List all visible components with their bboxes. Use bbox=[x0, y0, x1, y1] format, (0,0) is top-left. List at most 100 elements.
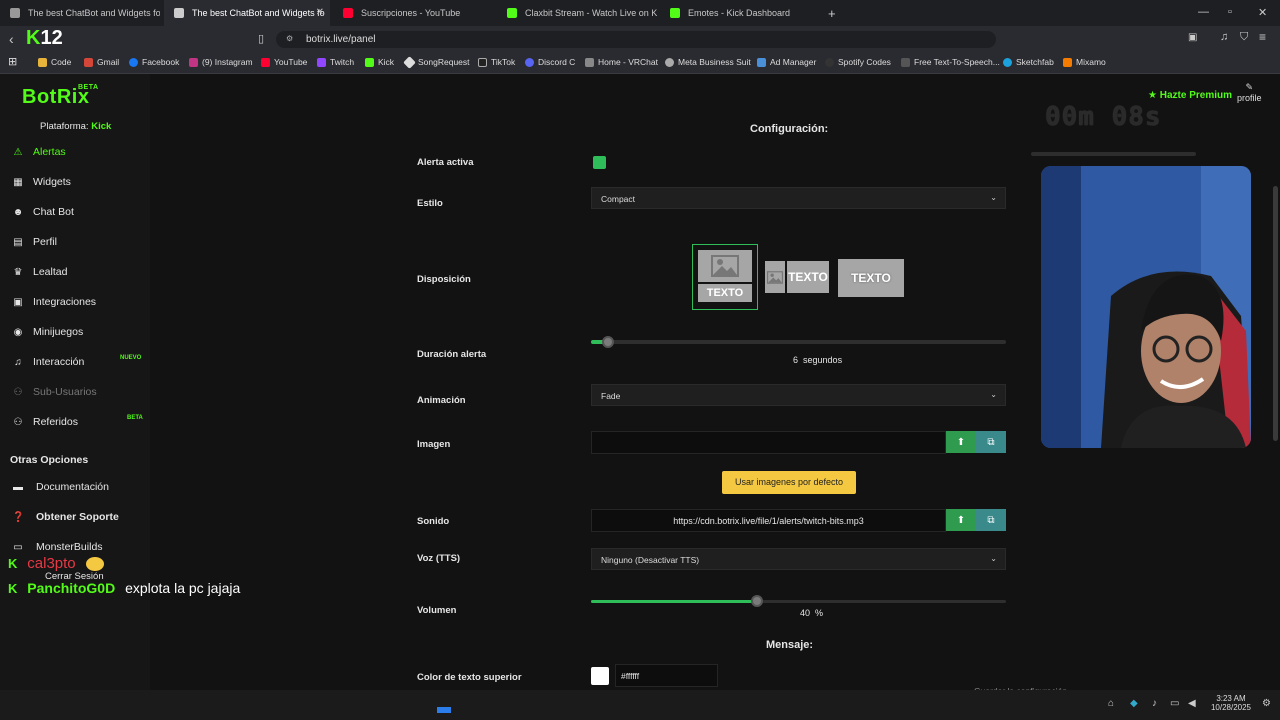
imagen-gallery-button[interactable]: ⧉ bbox=[976, 431, 1006, 453]
sidebar-item-widgets[interactable]: ▦ Widgets bbox=[12, 176, 71, 188]
config-heading: Configuración: bbox=[750, 123, 829, 135]
profile-link[interactable]: ✎ profile bbox=[1237, 82, 1262, 103]
sidebar-item-documentacion[interactable]: ▬ Documentación bbox=[12, 481, 109, 493]
users-icon: ⚇ bbox=[13, 416, 23, 428]
sidebar-item-lealtad[interactable]: ♛ Lealtad bbox=[12, 266, 68, 278]
browser-tab[interactable]: Emotes - Kick Dashboard bbox=[660, 0, 820, 26]
sidebar-item-sub-usuarios[interactable]: ⚇ Sub-Usuarios bbox=[12, 386, 97, 398]
alerta-activa-checkbox[interactable] bbox=[593, 156, 606, 169]
sonido-input[interactable]: https://cdn.botrix.live/file/1/alerts/tw… bbox=[591, 509, 946, 532]
alerta-activa-label: Alerta activa bbox=[417, 157, 474, 168]
back-icon[interactable]: ‹ bbox=[9, 31, 14, 47]
tab-title: Claxbit Stream - Watch Live on K bbox=[525, 8, 657, 18]
imagen-input[interactable] bbox=[591, 431, 946, 454]
network-icon[interactable]: ▭ bbox=[1170, 698, 1179, 709]
estilo-select[interactable]: Compact ⌄ bbox=[591, 187, 1006, 209]
bookmark-item[interactable]: Code bbox=[38, 57, 71, 67]
voz-select[interactable]: Ninguno (Desactivar TTS) ⌄ bbox=[591, 548, 1006, 570]
bookmark-icon[interactable]: ▯ bbox=[258, 32, 264, 45]
media-icon[interactable]: ♫ bbox=[1220, 31, 1228, 43]
browser-tab[interactable]: Suscripciones - YouTube bbox=[333, 0, 493, 26]
sidebar-item-alertas[interactable]: ⚠ Alertas bbox=[12, 146, 66, 158]
vpn-shield-icon[interactable]: ⛉ bbox=[1240, 31, 1248, 44]
bookmark-item[interactable]: Gmail bbox=[84, 57, 119, 67]
bookmark-item[interactable]: Free Text-To-Speech... bbox=[901, 57, 1000, 67]
brand-badge: BETA bbox=[78, 84, 99, 91]
bookmark-item[interactable]: (9) Instagram bbox=[189, 57, 253, 67]
clock-time: 3:23 AM bbox=[1216, 694, 1246, 703]
default-images-button[interactable]: Usar imagenes por defecto bbox=[722, 471, 856, 494]
chat-text: explota la pc jajaja bbox=[125, 580, 241, 596]
users-icon: ⚇ bbox=[13, 386, 23, 398]
clock[interactable]: 3:23 AM 10/28/2025 bbox=[1205, 694, 1257, 712]
chevron-down-icon: ⌄ bbox=[990, 554, 997, 563]
bookmark-item[interactable]: Meta Business Suit bbox=[665, 57, 751, 67]
minimize-icon[interactable]: — bbox=[1198, 6, 1209, 18]
bookmark-item[interactable]: Discord C bbox=[525, 57, 575, 67]
new-tab-icon[interactable]: + bbox=[828, 6, 836, 21]
imagen-upload-button[interactable]: ⬆ bbox=[946, 431, 976, 453]
sidebar-item-perfil[interactable]: ▤ Perfil bbox=[12, 236, 57, 248]
close-tab-icon[interactable]: ✕ bbox=[316, 7, 324, 18]
browser-tab-active[interactable]: The best ChatBot and Widgets fo ✕ bbox=[164, 0, 330, 26]
duracion-thumb[interactable] bbox=[601, 336, 614, 348]
site-settings-icon[interactable]: ⚙ bbox=[286, 34, 293, 43]
color-superior-label: Color de texto superior bbox=[417, 672, 522, 683]
bookmark-item[interactable]: TikTok bbox=[478, 57, 515, 67]
start-icon[interactable] bbox=[437, 707, 451, 713]
maximize-icon[interactable]: ▫ bbox=[1228, 6, 1232, 18]
sidebar-toggle-icon[interactable]: ▣ bbox=[1188, 32, 1197, 43]
bookmark-item[interactable]: Facebook bbox=[129, 57, 179, 67]
bookmark-item[interactable]: Twitch bbox=[317, 57, 354, 67]
sidebar-item-referidos[interactable]: ⚇ Referidos bbox=[12, 416, 78, 428]
duracion-slider[interactable] bbox=[591, 336, 1006, 348]
robot-icon: ☻ bbox=[12, 206, 24, 218]
animacion-select[interactable]: Fade ⌄ bbox=[591, 384, 1006, 406]
layout-option-overlay[interactable]: TEXTO bbox=[838, 259, 904, 297]
layout-text-label: TEXTO bbox=[787, 261, 829, 293]
sonido-gallery-button[interactable]: ⧉ bbox=[976, 509, 1006, 531]
sidebar-item-minijuegos[interactable]: ◉ Minijuegos bbox=[12, 326, 84, 338]
sidebar-item-soporte[interactable]: ❓ Obtener Soporte bbox=[12, 511, 119, 523]
volumen-fill bbox=[591, 600, 757, 603]
bookmark-item[interactable]: Mixamo bbox=[1063, 57, 1106, 67]
grid-icon: ▦ bbox=[13, 176, 23, 188]
bookmark-item[interactable]: Spotify Codes bbox=[825, 57, 891, 67]
tray-icon[interactable]: ◆ bbox=[1130, 698, 1138, 709]
microphone-icon[interactable]: ♪ bbox=[1152, 698, 1157, 709]
webcam-feed bbox=[1041, 166, 1251, 448]
bookmark-item[interactable]: Kick bbox=[365, 57, 394, 67]
browser-tab-bar: The best ChatBot and Widgets fo The best… bbox=[0, 0, 1280, 26]
gallery-icon: ⧉ bbox=[987, 514, 995, 526]
sonido-upload-button[interactable]: ⬆ bbox=[946, 509, 976, 531]
volumen-thumb[interactable] bbox=[751, 595, 763, 607]
layout-option-horizontal[interactable]: TEXTO bbox=[765, 259, 833, 295]
url-input[interactable]: ⚙ botrix.live/panel bbox=[276, 31, 996, 48]
color-hex-input[interactable]: #ffffff bbox=[615, 664, 718, 687]
volume-icon[interactable]: ◀ bbox=[1188, 698, 1196, 709]
imagen-label: Imagen bbox=[417, 439, 451, 450]
bookmark-item[interactable]: SongRequest bbox=[403, 55, 470, 69]
notifications-icon[interactable]: ⚙ bbox=[1262, 698, 1271, 709]
bookmark-item[interactable]: YouTube bbox=[261, 57, 307, 67]
page-scrollbar[interactable] bbox=[1273, 186, 1278, 441]
close-window-icon[interactable]: ✕ bbox=[1258, 6, 1267, 19]
sidebar-item-interaccion[interactable]: ♫ Interacción bbox=[12, 356, 84, 368]
bookmark-item[interactable]: Ad Manager bbox=[757, 57, 816, 67]
volumen-slider[interactable] bbox=[591, 595, 1006, 607]
bookmark-item[interactable]: Home - VRChat bbox=[585, 57, 658, 67]
sidebar-item-chat-bot[interactable]: ☻ Chat Bot bbox=[12, 206, 74, 218]
sidebar-item-monsterbuilds[interactable]: ▭ MonsterBuilds bbox=[12, 541, 102, 553]
apps-grid-icon[interactable]: ⊞ bbox=[8, 55, 17, 68]
layout-option-vertical[interactable]: TEXTO bbox=[692, 244, 758, 310]
menu-icon[interactable]: ≡ bbox=[1259, 30, 1266, 44]
color-swatch[interactable] bbox=[591, 667, 609, 685]
premium-link[interactable]: ★ Hazte Premium bbox=[1148, 90, 1232, 101]
bookmark-item[interactable]: Sketchfab bbox=[1003, 57, 1054, 67]
browser-tab[interactable]: The best ChatBot and Widgets fo bbox=[0, 0, 160, 26]
tray-icon[interactable]: ⌂ bbox=[1108, 698, 1114, 709]
brand-logo[interactable]: BotRix BETA bbox=[22, 84, 98, 109]
browser-tab[interactable]: Claxbit Stream - Watch Live on K bbox=[497, 0, 657, 26]
sidebar-item-integraciones[interactable]: ▣ Integraciones bbox=[12, 296, 96, 308]
kick-icon: K bbox=[8, 556, 18, 571]
